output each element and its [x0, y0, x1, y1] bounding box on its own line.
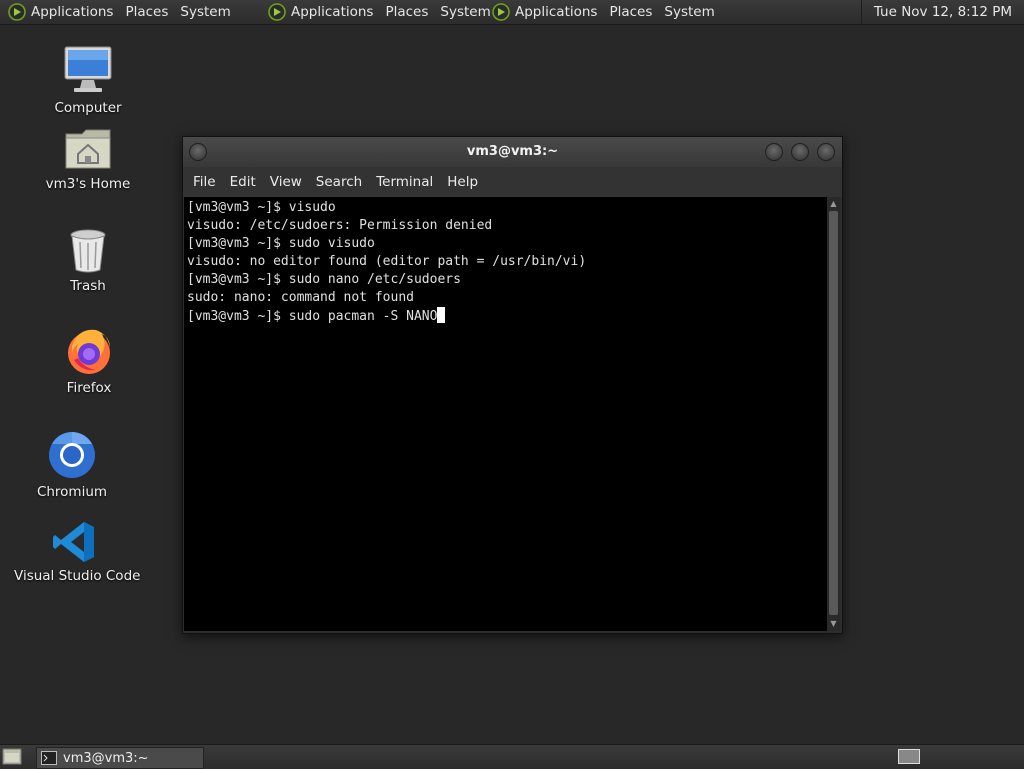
menu-view[interactable]: View	[270, 174, 302, 190]
menu-applications[interactable]: Applications	[515, 4, 597, 20]
applications-logo-icon[interactable]	[492, 3, 510, 21]
show-desktop-icon[interactable]	[2, 748, 22, 765]
menu-terminal[interactable]: Terminal	[376, 174, 433, 190]
applications-logo-icon[interactable]	[268, 3, 286, 21]
chromium-icon	[49, 432, 95, 478]
terminal-line: sudo: nano: command not found	[187, 290, 414, 305]
desktop-icon-computer[interactable]: Computer	[28, 44, 148, 116]
menu-places[interactable]: Places	[385, 4, 428, 20]
menu-places[interactable]: Places	[125, 4, 168, 20]
top-panel: Applications Places System Applications …	[0, 0, 1024, 25]
terminal-window: vm3@vm3:~ File Edit View Search Terminal…	[182, 136, 843, 634]
terminal-app-icon	[41, 751, 57, 765]
window-titlebar[interactable]: vm3@vm3:~	[183, 137, 842, 167]
menu-group-1: Applications Places System	[8, 0, 243, 24]
menu-applications[interactable]: Applications	[291, 4, 373, 20]
firefox-icon	[68, 329, 110, 374]
desktop-label-vscode: Visual Studio Code	[14, 568, 141, 584]
scroll-up-arrow-icon[interactable]: ▲	[829, 199, 838, 208]
desktop-icon-vscode[interactable]: Visual Studio Code	[14, 520, 141, 584]
window-title: vm3@vm3:~	[466, 144, 559, 159]
menu-group-2: Applications Places System	[268, 0, 503, 24]
menu-system[interactable]: System	[180, 4, 230, 20]
desktop-label-trash: Trash	[70, 278, 106, 294]
terminal-current-command: [vm3@vm3 ~]$ sudo pacman -S NANO	[187, 309, 438, 324]
scrollbar-thumb[interactable]	[829, 211, 838, 615]
desktop-icon-firefox[interactable]: Firefox	[29, 326, 149, 396]
applications-logo-icon[interactable]	[8, 3, 26, 21]
bottom-panel: vm3@vm3:~	[0, 744, 1024, 769]
desktop-icon-trash[interactable]: Trash	[28, 228, 148, 294]
computer-icon	[64, 46, 112, 92]
terminal-input-line[interactable]: [vm3@vm3 ~]$ sudo pacman -S NANO	[187, 307, 827, 326]
menu-search[interactable]: Search	[316, 174, 362, 190]
taskbar-item-label: vm3@vm3:~	[63, 750, 149, 766]
menu-group-3: Applications Places System	[492, 0, 727, 24]
terminal-scrollbar[interactable]: ▲ ▼	[827, 197, 840, 631]
terminal-line: [vm3@vm3 ~]$ visudo	[187, 200, 336, 215]
desktop-icon-chromium[interactable]: Chromium	[12, 430, 132, 500]
workspace-switcher[interactable]	[898, 749, 920, 764]
terminal-output[interactable]: [vm3@vm3 ~]$ visudo visudo: /etc/sudoers:…	[184, 197, 827, 631]
maximize-button[interactable]	[791, 143, 809, 161]
desktop-label-firefox: Firefox	[66, 380, 112, 396]
minimize-button[interactable]	[765, 143, 783, 161]
menu-system[interactable]: System	[664, 4, 714, 20]
terminal-line: [vm3@vm3 ~]$ sudo visudo	[187, 236, 375, 251]
desktop-icon-home[interactable]: vm3's Home	[28, 126, 148, 192]
terminal-line: [vm3@vm3 ~]$ sudo nano /etc/sudoers	[187, 272, 461, 287]
desktop-label-computer: Computer	[54, 100, 122, 116]
desktop-label-chromium: Chromium	[36, 484, 108, 500]
clock[interactable]: Tue Nov 12, 8:12 PM	[860, 0, 1024, 24]
close-button[interactable]	[817, 143, 835, 161]
taskbar-item-terminal[interactable]: vm3@vm3:~	[36, 747, 204, 769]
terminal-line: visudo: /etc/sudoers: Permission denied	[187, 218, 493, 233]
vscode-icon	[53, 522, 94, 562]
menu-file[interactable]: File	[193, 174, 216, 190]
scroll-down-arrow-icon[interactable]: ▼	[829, 619, 838, 628]
terminal-menubar: File Edit View Search Terminal Help	[183, 167, 842, 197]
home-folder-icon	[65, 129, 111, 169]
trash-icon	[70, 229, 106, 273]
menu-places[interactable]: Places	[609, 4, 652, 20]
menu-applications[interactable]: Applications	[31, 4, 113, 20]
menu-edit[interactable]: Edit	[230, 174, 256, 190]
terminal-line: visudo: no editor found (editor path = /…	[187, 254, 587, 269]
desktop-label-home: vm3's Home	[45, 176, 131, 192]
menu-help[interactable]: Help	[447, 174, 478, 190]
menu-system[interactable]: System	[440, 4, 490, 20]
text-cursor	[437, 307, 446, 323]
